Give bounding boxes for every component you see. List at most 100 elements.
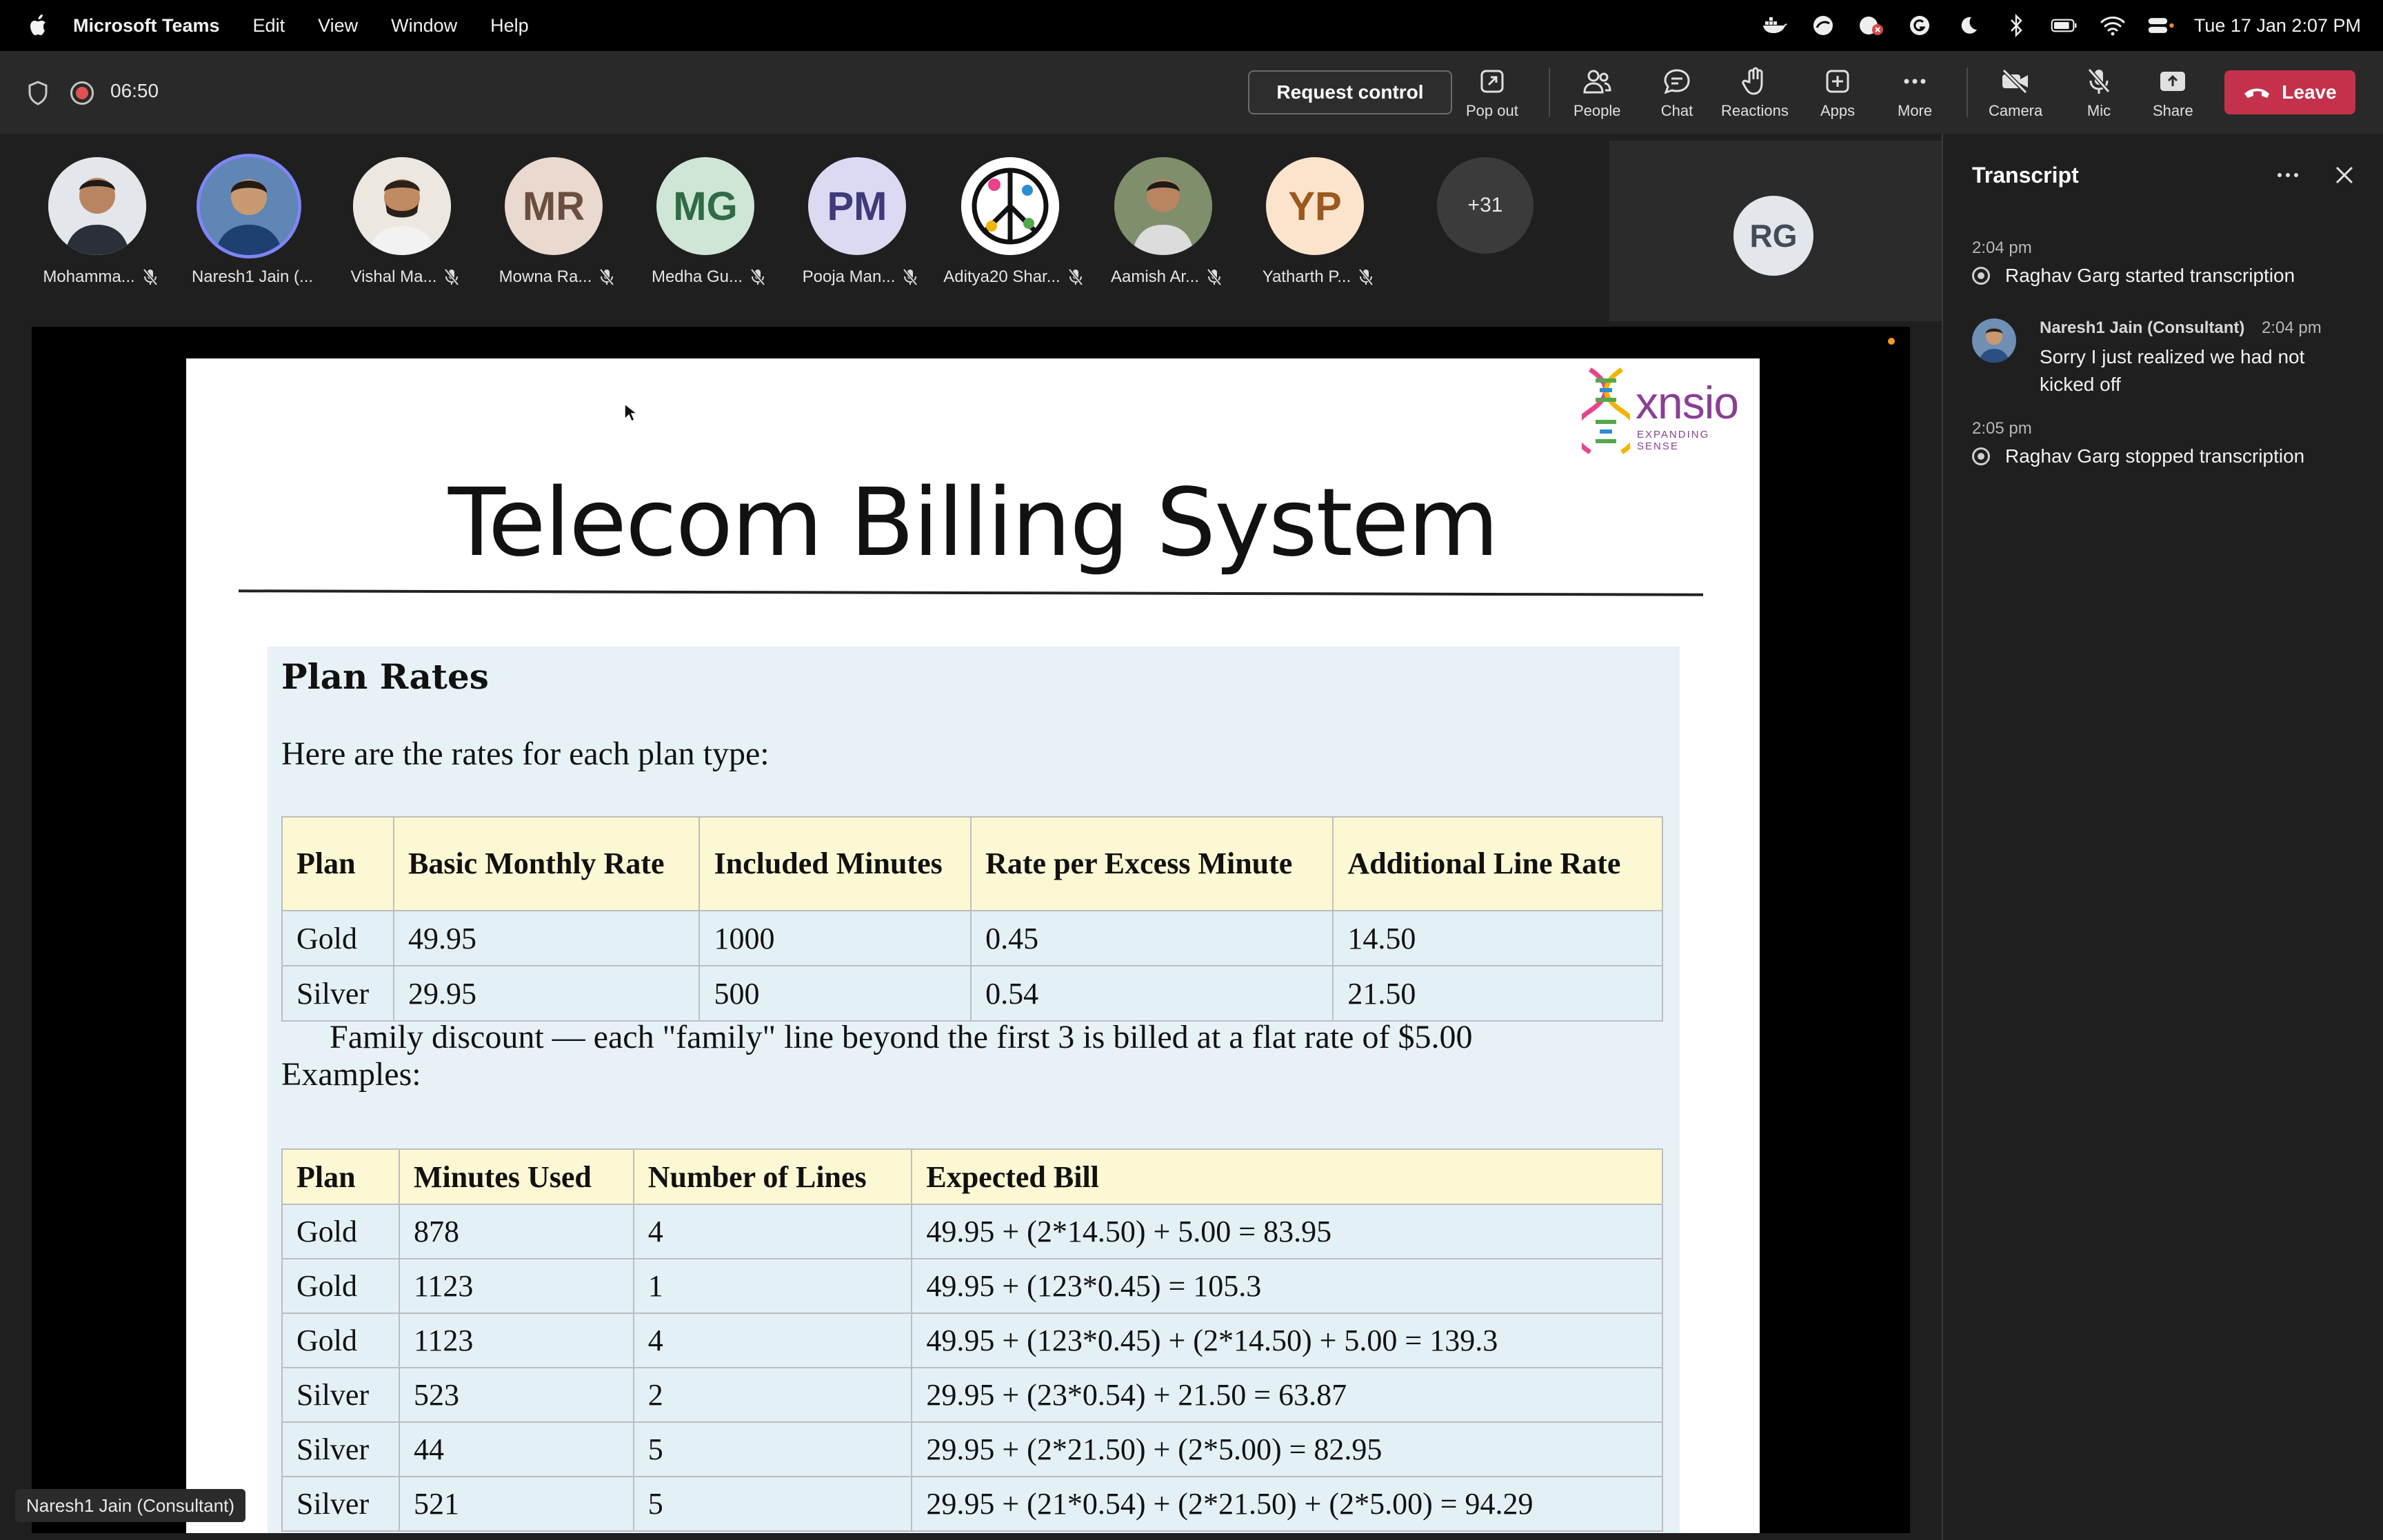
video-off-status-icon[interactable] [1858, 12, 1885, 39]
muted-mic-icon [143, 268, 158, 286]
examples-cell: Gold [281, 1258, 400, 1314]
examples-cell: 4 [632, 1313, 913, 1368]
examples-cell: 1123 [398, 1313, 634, 1368]
participant-name-text: Pooja Man... [802, 267, 896, 286]
participant-tile[interactable]: Naresh1 Jain (... [177, 157, 314, 295]
rates-cell: 0.54 [970, 965, 1334, 1022]
slide: xnsio EXPANDING SENSE Telecom Billing Sy… [186, 358, 1760, 1533]
battery-icon[interactable] [2051, 12, 2078, 39]
menu-view[interactable]: View [318, 15, 358, 37]
muted-mic-icon [903, 268, 918, 286]
share-label: Share [2153, 102, 2193, 119]
participant-tile[interactable]: PM Pooja Man... [785, 157, 923, 295]
participant-avatar [48, 157, 146, 255]
participant-tile[interactable]: Mohamma... [25, 157, 163, 295]
recording-indicator-icon [70, 81, 94, 105]
transcript-close-icon[interactable] [2332, 163, 2357, 188]
participant-name: Aamish Ar... [1091, 267, 1243, 287]
menu-help[interactable]: Help [490, 15, 529, 37]
camera-button[interactable]: Camera [1989, 65, 2042, 127]
participant-name-text: Vishal Ma... [350, 267, 437, 286]
apps-button[interactable]: Apps [1820, 65, 1855, 127]
examples-cell: 49.95 + (123*0.45) + (2*14.50) + 5.00 = … [911, 1313, 1663, 1368]
request-control-button[interactable]: Request control [1248, 70, 1452, 114]
transcript-more-icon[interactable] [2273, 163, 2303, 188]
xnsio-logo: xnsio EXPANDING SENSE [1579, 365, 1751, 462]
popout-button[interactable]: Pop out [1466, 65, 1518, 127]
examples-cell: Silver [281, 1421, 400, 1477]
apple-logo-icon[interactable] [25, 12, 52, 39]
transcription-status-icon [1972, 267, 1990, 285]
participant-tile[interactable]: YP Yatharth P... [1243, 157, 1380, 295]
docker-whale-icon[interactable] [1761, 12, 1789, 39]
shield-icon[interactable] [26, 80, 50, 106]
participant-tile[interactable]: Aamish Ar... [1091, 157, 1229, 295]
examples-cell: 5 [632, 1476, 913, 1532]
mic-off-icon [2082, 65, 2115, 98]
participant-avatar: MR [505, 157, 603, 255]
participant-name: Mohamma... [25, 267, 177, 287]
wifi-icon[interactable] [2099, 12, 2126, 39]
meeting-header: 06:50 Request control Pop out People Cha… [0, 51, 2383, 134]
participant-tile[interactable]: Aditya20 Shar... [938, 157, 1083, 295]
bluetooth-icon[interactable] [2002, 12, 2030, 39]
people-button[interactable]: People [1573, 65, 1621, 127]
menu-edit[interactable]: Edit [253, 15, 285, 37]
rates-row: Silver 29.95 500 0.54 21.50 [281, 965, 1663, 1022]
share-button[interactable]: Share [2153, 65, 2193, 127]
participant-name-text: Mowna Ra... [499, 267, 592, 286]
speaker-name: Naresh1 Jain (Consultant) [2040, 318, 2245, 337]
transcript-entry-time: 2:05 pm [1972, 419, 2032, 438]
participant-tile[interactable]: MG Medha Gu... [633, 157, 771, 295]
menu-window[interactable]: Window [391, 15, 457, 37]
leave-button[interactable]: Leave [2224, 70, 2355, 114]
examples-cell: Gold [281, 1204, 400, 1259]
transcript-system-message: Raghav Garg stopped transcription [1972, 445, 2304, 467]
grammarly-icon[interactable] [1906, 12, 1933, 39]
more-participants-button[interactable]: +31 [1437, 157, 1534, 254]
participant-avatar: PM [808, 157, 906, 255]
reactions-button[interactable]: Reactions [1721, 65, 1789, 127]
rates-header-cell: Included Minutes [698, 816, 972, 911]
rates-cell: Gold [281, 910, 394, 966]
participant-name: Yatharth P... [1243, 267, 1394, 287]
participant-tile[interactable]: Vishal Ma... [330, 157, 467, 295]
participant-name: Naresh1 Jain (... [177, 267, 328, 287]
transcript-system-text: Raghav Garg started transcription [2005, 265, 2295, 286]
sync-app-icon[interactable] [1809, 12, 1837, 39]
transcript-system-message: Raghav Garg started transcription [1972, 265, 2295, 287]
macos-menu-bar: Microsoft Teams Edit View Window Help Tu… [0, 0, 2383, 51]
shared-screen: xnsio EXPANDING SENSE Telecom Billing Sy… [32, 327, 1910, 1533]
examples-header-cell: Plan [281, 1148, 400, 1205]
chat-button[interactable]: Chat [1660, 65, 1693, 127]
menu-app-name[interactable]: Microsoft Teams [73, 15, 220, 37]
muted-mic-icon [599, 268, 614, 286]
examples-cell: 5 [632, 1421, 913, 1477]
presenter-indicator-dot [1888, 338, 1895, 345]
participant-avatar [961, 157, 1059, 255]
speaker-avatar [1972, 318, 2016, 363]
hang-up-icon [2244, 88, 2270, 98]
spotlight-participant-tile[interactable]: RG [1609, 141, 1942, 321]
participant-name-text: Yatharth P... [1262, 267, 1351, 286]
chat-label: Chat [1660, 102, 1693, 119]
transcript-system-text: Raghav Garg stopped transcription [2005, 445, 2305, 467]
examples-cell: Silver [281, 1367, 400, 1423]
examples-header-cell: Number of Lines [632, 1148, 913, 1205]
rates-cell: 49.95 [392, 910, 701, 966]
muted-mic-icon [1207, 268, 1222, 286]
transcript-entry-time: 2:04 pm [1972, 239, 2032, 257]
muted-mic-icon [1358, 268, 1374, 286]
menu-bar-clock[interactable]: Tue 17 Jan 2:07 PM [2194, 15, 2361, 37]
examples-row: Silver 44 5 29.95 + (2*21.50) + (2*5.00) = … [281, 1421, 1663, 1477]
examples-row: Silver 521 5 29.95 + (21*0.54) + (2*21.50) … [281, 1476, 1663, 1532]
examples-cell: 44 [398, 1421, 634, 1477]
mic-button[interactable]: Mic [2082, 65, 2115, 127]
examples-row: Silver 523 2 29.95 + (23*0.54) + 21.50 = 63… [281, 1367, 1663, 1423]
more-button[interactable]: More [1898, 65, 1932, 127]
participant-name: Medha Gu... [633, 267, 785, 287]
moon-icon[interactable] [1954, 12, 1982, 39]
examples-cell: 1 [632, 1258, 913, 1314]
control-center-icon[interactable] [2147, 12, 2175, 39]
participant-tile[interactable]: MR Mowna Ra... [481, 157, 619, 295]
